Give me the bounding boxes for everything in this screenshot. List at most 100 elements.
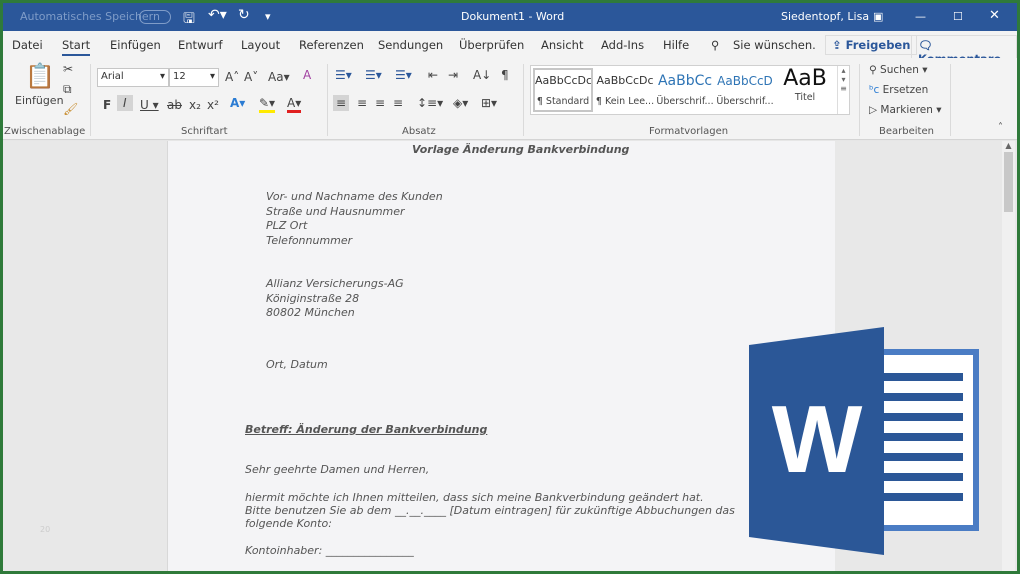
recipient-line: Königinstraße 28: [266, 292, 360, 305]
ribbon-display-icon[interactable]: ▣: [873, 10, 883, 23]
tab-datei[interactable]: Datei: [12, 38, 43, 52]
select-button[interactable]: ▷ Markieren ▾: [869, 104, 942, 116]
tab-einfuegen[interactable]: Einfügen: [110, 38, 161, 52]
scroll-thumb[interactable]: [1004, 152, 1013, 212]
paste-button[interactable]: Einfügen: [15, 94, 64, 107]
font-color-icon[interactable]: A▾: [287, 96, 302, 113]
align-left-icon[interactable]: ≡: [333, 95, 350, 111]
replace-button[interactable]: ᵇc Ersetzen: [869, 84, 928, 96]
redo-icon[interactable]: ↻: [238, 7, 250, 23]
place-date: Ort, Datum: [266, 358, 328, 371]
sender-line: PLZ Ort: [266, 219, 308, 232]
maximize-icon[interactable]: ☐: [953, 10, 963, 23]
tab-sendungen[interactable]: Sendungen: [378, 38, 443, 52]
collapse-ribbon-icon[interactable]: ˄: [998, 122, 1003, 133]
font-size-select[interactable]: 12 ▾: [169, 68, 219, 87]
document-page[interactable]: Vorlage Änderung Bankverbindung Vor- und…: [167, 141, 835, 571]
style-preview: AaB: [783, 66, 827, 91]
show-formatting-icon[interactable]: ¶: [501, 68, 509, 82]
sort-icon[interactable]: A↓: [473, 68, 491, 82]
ribbon: 📋 Einfügen ✂ ⧉ 🖌 Zwischenablage Arial ▾ 1…: [3, 58, 1017, 140]
account-holder: Kontoinhaber: ________________: [245, 544, 414, 557]
group-clipboard: Zwischenablage: [4, 126, 86, 137]
style-name: ¶ Standard: [536, 96, 590, 107]
share-label: Freigeben: [845, 38, 911, 52]
style-preview: AaBbCcD: [717, 74, 773, 88]
text-effects-icon[interactable]: A▾: [230, 96, 245, 110]
customize-icon[interactable]: ▾: [265, 10, 271, 23]
decrease-indent-icon[interactable]: ⇤: [428, 68, 438, 82]
find-label: Suchen: [880, 64, 919, 76]
font-size: 12: [173, 71, 186, 82]
style-preview: AaBbCcDc: [535, 74, 591, 87]
select-label: Markieren: [880, 104, 933, 116]
user-name[interactable]: Siedentopf, Lisa: [781, 10, 869, 23]
cut-icon[interactable]: ✂: [63, 62, 73, 76]
body-line: folgende Konto:: [245, 517, 332, 530]
font-name-select[interactable]: Arial ▾: [97, 68, 169, 87]
grow-font-icon[interactable]: A˄: [225, 70, 239, 84]
style-title[interactable]: AaB Titel: [775, 66, 835, 103]
font-name: Arial: [101, 71, 124, 82]
tab-entwurf[interactable]: Entwurf: [178, 38, 223, 52]
clear-format-icon[interactable]: A: [303, 68, 311, 82]
ribbon-tabs: Datei Start Einfügen Entwurf Layout Refe…: [3, 31, 1017, 69]
style-name: Überschrif...: [656, 96, 714, 107]
search-icon[interactable]: ⚲: [711, 38, 719, 52]
scroll-up-icon[interactable]: ▲: [1002, 141, 1015, 150]
shading-icon[interactable]: ◈▾: [453, 96, 468, 110]
save-icon[interactable]: 🖫: [183, 8, 195, 32]
format-painter-icon[interactable]: 🖌: [63, 102, 78, 116]
shrink-font-icon[interactable]: A˅: [244, 70, 258, 84]
share-button[interactable]: ⇪ Freigeben: [825, 35, 918, 55]
find-button[interactable]: ⚲ Suchen ▾: [869, 64, 928, 76]
styles-scroll[interactable]: ▴ ▾ ≡: [837, 66, 849, 114]
autosave-toggle[interactable]: [139, 10, 171, 24]
bullets-icon[interactable]: ☰▾: [335, 68, 352, 82]
italic-icon[interactable]: I: [117, 95, 133, 111]
style-heading1[interactable]: AaBbCc Überschrif...: [655, 70, 715, 107]
undo-icon[interactable]: ↶▾: [208, 7, 227, 23]
doc-heading: Vorlage Änderung Bankverbindung: [412, 143, 630, 156]
highlight-icon[interactable]: ✎▾: [259, 96, 276, 113]
group-paragraph: Absatz: [402, 126, 436, 137]
minimize-icon[interactable]: —: [915, 10, 926, 23]
style-standard[interactable]: AaBbCcDc ¶ Standard: [533, 68, 593, 112]
tab-hilfe[interactable]: Hilfe: [663, 38, 689, 52]
tab-referenzen[interactable]: Referenzen: [299, 38, 364, 52]
numbering-icon[interactable]: ☰▾: [365, 68, 382, 82]
align-right-icon[interactable]: ≡: [375, 96, 385, 110]
group-editing: Bearbeiten: [879, 126, 934, 137]
borders-icon[interactable]: ⊞▾: [481, 96, 497, 110]
tab-add-ins[interactable]: Add-Ins: [601, 38, 644, 52]
group-font: Schriftart: [181, 126, 228, 137]
justify-icon[interactable]: ≡: [393, 96, 403, 110]
multilevel-list-icon[interactable]: ☰▾: [395, 68, 412, 82]
close-icon[interactable]: ✕: [989, 8, 1000, 23]
line-spacing-icon[interactable]: ↕≡▾: [417, 96, 443, 110]
increase-indent-icon[interactable]: ⇥: [448, 68, 458, 82]
subscript-icon[interactable]: x₂: [189, 98, 201, 112]
style-name: Titel: [794, 92, 816, 103]
style-no-spacing[interactable]: AaBbCcDc ¶ Kein Lee...: [595, 70, 655, 107]
align-center-icon[interactable]: ≡: [357, 96, 367, 110]
bold-icon[interactable]: F: [103, 98, 111, 112]
style-preview: AaBbCcDc: [596, 74, 654, 87]
body-line: hiermit möchte ich Ihnen mitteilen, dass…: [245, 491, 704, 504]
copy-icon[interactable]: ⧉: [63, 82, 72, 97]
strikethrough-icon[interactable]: ab: [167, 98, 182, 112]
subject-line: Betreff: Änderung der Bankverbindung: [245, 423, 488, 436]
clipboard-icon[interactable]: 📋: [25, 62, 55, 90]
underline-icon[interactable]: U ▾: [140, 98, 159, 112]
tab-ueberpruefen[interactable]: Überprüfen: [459, 38, 524, 52]
tab-start[interactable]: Start: [62, 38, 91, 56]
style-name: ¶ Kein Lee...: [595, 96, 655, 107]
vertical-scrollbar[interactable]: ▲: [1002, 141, 1015, 571]
change-case-icon[interactable]: Aa▾: [268, 70, 290, 84]
tab-ansicht[interactable]: Ansicht: [541, 38, 583, 52]
tab-layout[interactable]: Layout: [241, 38, 280, 52]
style-heading2[interactable]: AaBbCcD Überschrif...: [715, 70, 775, 107]
tell-me-search[interactable]: Sie wünschen.: [733, 38, 816, 52]
superscript-icon[interactable]: x²: [207, 98, 219, 112]
line-number: 20: [40, 525, 51, 534]
